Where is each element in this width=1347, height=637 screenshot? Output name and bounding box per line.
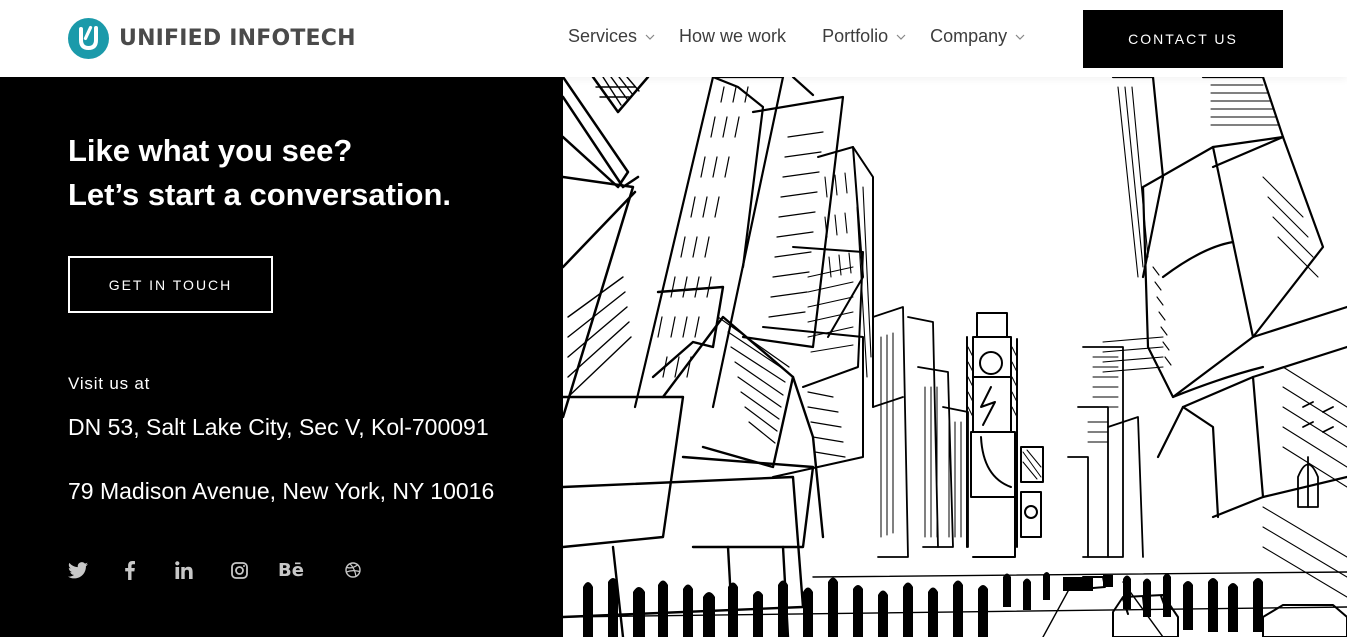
dribbble-icon bbox=[345, 562, 361, 578]
behance-icon: Bē bbox=[278, 559, 304, 581]
nav-company-label: Company bbox=[930, 26, 1008, 46]
instagram-icon bbox=[230, 561, 248, 579]
main-nav: Services How we work Portfolio Company bbox=[568, 26, 1025, 47]
main-skyscraper bbox=[633, 77, 845, 409]
address-kolkata: DN 53, Salt Lake City, Sec V, Kol-700091 bbox=[68, 414, 489, 440]
headline: Like what you see? Let’s start a convers… bbox=[68, 129, 451, 217]
headline-line-1: Like what you see? bbox=[68, 133, 353, 168]
contact-us-button[interactable]: CONTACT US bbox=[1083, 10, 1283, 68]
logo-link[interactable]: UNIFIED INFOTECH bbox=[68, 18, 356, 59]
nav-portfolio[interactable]: Portfolio bbox=[822, 26, 906, 47]
facebook-icon bbox=[125, 560, 135, 580]
contact-panel: Like what you see? Let’s start a convers… bbox=[0, 77, 563, 637]
nav-how-we-work-label: How we work bbox=[679, 26, 787, 46]
twitter-link[interactable] bbox=[68, 560, 88, 580]
logo-icon bbox=[68, 18, 109, 59]
nav-portfolio-label: Portfolio bbox=[822, 26, 889, 46]
logo-text: UNIFIED INFOTECH bbox=[119, 26, 356, 51]
site-header: UNIFIED INFOTECH Services How we work Po… bbox=[0, 0, 1347, 77]
right-towers bbox=[1111, 77, 1347, 519]
get-in-touch-button[interactable]: GET IN TOUCH bbox=[68, 256, 273, 313]
nav-company[interactable]: Company bbox=[930, 26, 1025, 47]
social-links: Bē bbox=[68, 559, 362, 581]
chevron-down-icon bbox=[645, 34, 655, 40]
visit-label: Visit us at bbox=[68, 374, 151, 393]
nav-services-label: Services bbox=[568, 26, 638, 46]
address-new-york: 79 Madison Avenue, New York, NY 10016 bbox=[68, 478, 495, 504]
nav-services[interactable]: Services bbox=[568, 26, 655, 47]
behance-link[interactable]: Bē bbox=[278, 559, 304, 581]
times-square-illustration bbox=[563, 77, 1347, 637]
times-tower bbox=[966, 312, 1044, 558]
linkedin-link[interactable] bbox=[174, 560, 194, 580]
chevron-down-icon bbox=[896, 34, 906, 40]
dribbble-link[interactable] bbox=[344, 560, 362, 580]
linkedin-icon bbox=[175, 561, 193, 579]
chevron-down-icon bbox=[1015, 34, 1025, 40]
headline-line-2: Let’s start a conversation. bbox=[68, 177, 452, 212]
left-tower bbox=[563, 77, 650, 419]
nav-how-we-work[interactable]: How we work bbox=[679, 26, 786, 47]
right-mid-buildings bbox=[1067, 346, 1144, 558]
instagram-link[interactable] bbox=[230, 560, 248, 580]
city-sketch bbox=[563, 77, 1347, 637]
facebook-link[interactable] bbox=[124, 560, 136, 580]
twitter-icon bbox=[68, 561, 88, 578]
crowd bbox=[583, 572, 1263, 637]
